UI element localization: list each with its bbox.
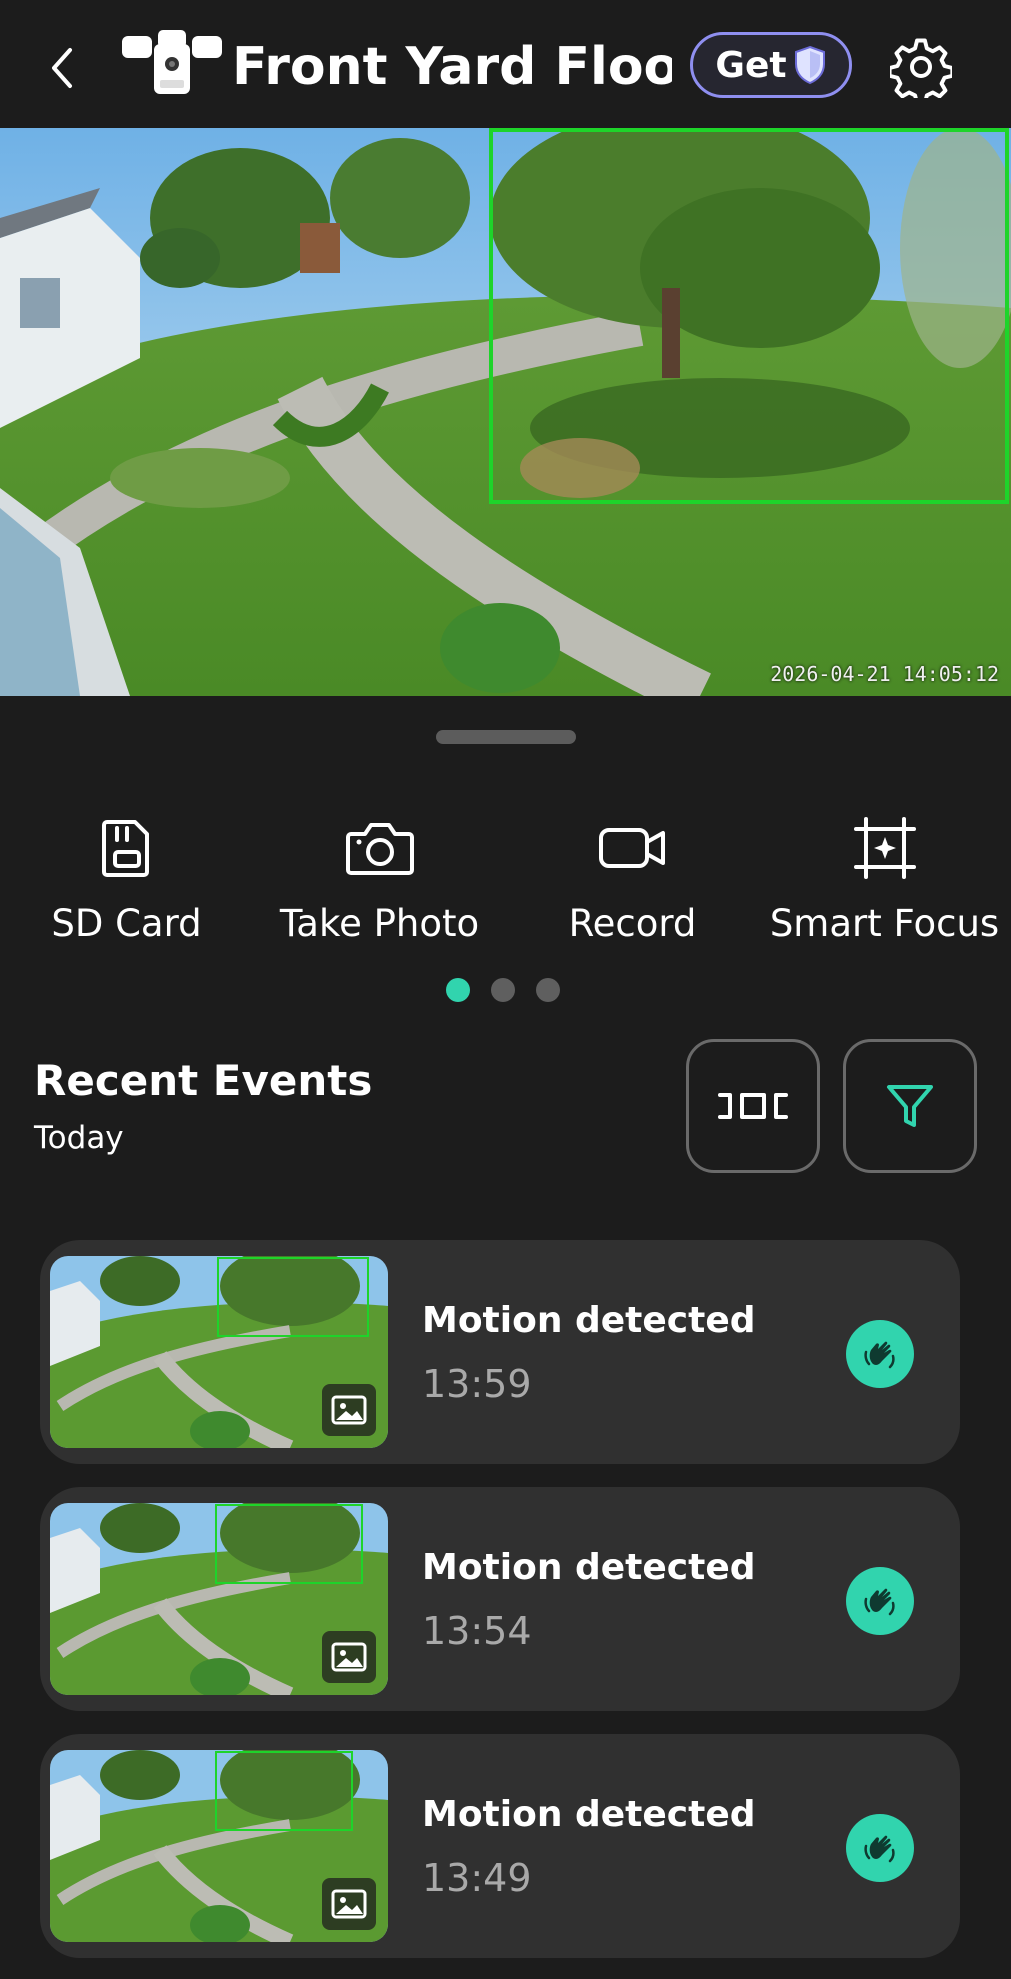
event-thumbnail[interactable] xyxy=(50,1256,388,1448)
take-photo-label: Take Photo xyxy=(279,902,480,945)
page-dot-3[interactable] xyxy=(536,978,560,1002)
motion-hand-icon xyxy=(846,1567,914,1635)
record-label: Record xyxy=(568,902,697,945)
image-icon xyxy=(322,1384,376,1436)
motion-hand-icon xyxy=(846,1814,914,1882)
page-indicator xyxy=(446,978,560,1002)
get-premium-button[interactable]: Get xyxy=(690,32,852,98)
event-title: Motion detected xyxy=(422,1300,756,1341)
sd-card-button[interactable]: SD Card xyxy=(0,812,253,945)
sd-card-icon xyxy=(101,820,149,877)
get-label: Get xyxy=(715,44,787,86)
filter-icon xyxy=(887,1085,933,1127)
back-button[interactable] xyxy=(40,40,84,96)
record-button[interactable]: Record xyxy=(506,812,759,945)
quick-actions: SD Card Take Photo Record Smart Focus xyxy=(0,812,1011,962)
smart-focus-button[interactable]: Smart Focus xyxy=(758,812,1011,945)
focus-frame-icon xyxy=(853,817,916,879)
gear-icon xyxy=(887,38,955,106)
app-header: Front Yard Floo... Get xyxy=(0,0,1011,128)
device-title: Front Yard Floo... xyxy=(232,37,672,97)
event-title: Motion detected xyxy=(422,1794,756,1835)
live-camera-feed[interactable]: 2026-04-21 14:05:12 xyxy=(0,128,1011,696)
event-thumbnail[interactable] xyxy=(50,1750,388,1942)
video-camera-icon xyxy=(598,828,665,868)
image-icon xyxy=(322,1631,376,1683)
event-title: Motion detected xyxy=(422,1547,756,1588)
event-time: 13:59 xyxy=(422,1362,532,1406)
events-day-label: Today xyxy=(34,1120,124,1156)
event-time: 13:54 xyxy=(422,1609,532,1653)
image-icon xyxy=(322,1878,376,1930)
event-card[interactable]: Motion detected 13:49 xyxy=(40,1734,960,1958)
timeline-view-button[interactable] xyxy=(686,1039,820,1173)
event-thumbnail[interactable] xyxy=(50,1503,388,1695)
drag-handle[interactable] xyxy=(436,730,576,744)
shield-icon xyxy=(794,45,825,85)
motion-hand-icon xyxy=(846,1320,914,1388)
chevron-left-icon xyxy=(52,48,72,88)
sd-card-label: SD Card xyxy=(51,902,202,945)
take-photo-button[interactable]: Take Photo xyxy=(253,812,506,945)
feed-timestamp: 2026-04-21 14:05:12 xyxy=(770,662,999,686)
filter-button[interactable] xyxy=(843,1039,977,1173)
camera-icon xyxy=(345,823,414,875)
page-dot-1[interactable] xyxy=(446,978,470,1002)
event-card[interactable]: Motion detected 13:59 xyxy=(40,1240,960,1464)
event-time: 13:49 xyxy=(422,1856,532,1900)
page-dot-2[interactable] xyxy=(491,978,515,1002)
settings-button[interactable] xyxy=(887,36,955,106)
timeline-icon xyxy=(718,1093,788,1119)
recent-events-title: Recent Events xyxy=(34,1056,373,1105)
smart-focus-label: Smart Focus xyxy=(769,902,1000,945)
event-card[interactable]: Motion detected 13:54 xyxy=(40,1487,960,1711)
camera-view-image xyxy=(0,128,1011,696)
floodlight-camera-icon xyxy=(120,28,224,104)
